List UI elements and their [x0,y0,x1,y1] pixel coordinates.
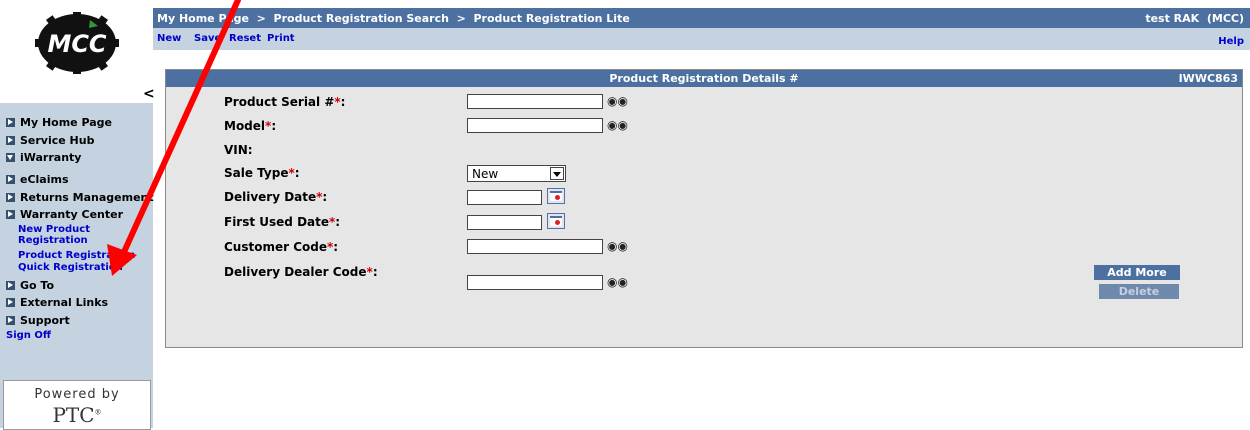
panel-title: Product Registration Details # [609,72,799,85]
expand-arrow-icon [6,193,15,202]
chevron-down-icon[interactable] [550,167,564,180]
label-customer-code: Customer Code*: [224,240,339,254]
sidebar-item-returns-management[interactable]: Returns Management [6,191,154,204]
expand-arrow-icon [6,316,15,325]
add-more-button[interactable]: Add More [1094,265,1180,280]
label-sale-type: Sale Type*: [224,166,300,180]
first-used-date-input[interactable] [467,215,542,230]
sidebar-item-label: Service Hub [20,134,95,147]
toolbar: New Save Reset Print Help [153,28,1250,50]
sidebar-item-warranty-center[interactable]: Warranty Center [6,208,123,221]
sidebar-item-go-to[interactable]: Go To [6,279,54,292]
panel-id: IWWC863 [1178,72,1238,85]
help-link[interactable]: Help [1218,36,1244,47]
reset-button[interactable]: Reset [229,33,261,44]
sidebar-item-label: My Home Page [20,116,112,129]
sidebar: MCC < My Home Page Service Hub iWarranty… [0,8,155,430]
expand-arrow-icon [6,118,15,127]
link-quick-registration[interactable]: Quick Registration [18,262,123,273]
expand-arrow-icon [6,281,15,290]
sale-type-value: New [472,167,499,181]
label-first-used-date: First Used Date*: [224,215,341,229]
customer-code-input[interactable] [467,239,603,254]
user-label: test RAK (MCC) [1145,12,1244,25]
calendar-icon[interactable] [547,188,565,204]
link-product-registration[interactable]: Product Registration [18,250,148,261]
sidebar-item-external-links[interactable]: External Links [6,296,108,309]
product-serial-input[interactable] [467,94,603,109]
expand-arrow-icon [6,136,15,145]
sidebar-item-support[interactable]: Support [6,314,70,327]
calendar-icon[interactable] [547,213,565,229]
binoculars-search-icon[interactable]: ◉◉ [607,92,628,110]
mcc-logo: MCC [35,12,119,74]
sidebar-item-label: Support [20,314,70,327]
collapse-arrow-icon [6,153,15,162]
link-sign-off[interactable]: Sign Off [6,330,51,341]
ptc-logo: PTC® [52,403,102,427]
new-button[interactable]: New [157,33,181,44]
label-product-serial: Product Serial #*: [224,95,346,109]
expand-arrow-icon [6,210,15,219]
collapse-sidebar-icon[interactable]: < [143,86,155,102]
powered-by-label: Powered by [34,387,120,402]
registration-panel: Product Registration Details # IWWC863 [165,69,1243,348]
logo-text: MCC [47,30,106,58]
panel-header: Product Registration Details # IWWC863 [166,70,1242,87]
binoculars-search-icon[interactable]: ◉◉ [607,116,628,134]
delivery-date-input[interactable] [467,190,542,205]
model-input[interactable] [467,118,603,133]
sidebar-item-my-home-page[interactable]: My Home Page [6,116,112,129]
logo-area: MCC < [0,8,155,103]
label-delivery-dealer-code: Delivery Dealer Code*: [224,265,378,279]
save-button[interactable]: Save [194,33,221,44]
delete-button[interactable]: Delete [1099,284,1179,299]
expand-arrow-icon [6,175,15,184]
sidebar-item-label: Warranty Center [20,208,124,221]
title-bar: My Home Page > Product Registration Sear… [153,8,1250,28]
link-new-product-registration[interactable]: New Product Registration [18,224,128,246]
top-strip [0,0,1250,8]
sale-type-select[interactable]: New [467,165,566,182]
delivery-dealer-code-input[interactable] [467,275,603,290]
sidebar-item-service-hub[interactable]: Service Hub [6,134,94,147]
expand-arrow-icon [6,298,15,307]
label-delivery-date: Delivery Date*: [224,190,328,204]
sidebar-item-eclaims[interactable]: eClaims [6,173,69,186]
binoculars-search-icon[interactable]: ◉◉ [607,237,628,255]
print-button[interactable]: Print [267,33,295,44]
binoculars-search-icon[interactable]: ◉◉ [607,273,628,291]
sidebar-item-label: eClaims [20,173,69,186]
sidebar-item-label: External Links [20,296,109,309]
label-vin: VIN: [224,143,253,157]
sidebar-item-label: iWarranty [20,151,82,164]
sidebar-item-iwarranty[interactable]: iWarranty [6,151,81,164]
sidebar-item-label: Go To [20,279,55,292]
powered-by-ptc: Powered by PTC® [3,380,151,430]
label-model: Model*: [224,119,277,133]
breadcrumb[interactable]: My Home Page > Product Registration Sear… [157,12,630,25]
sidebar-item-label: Returns Management [20,191,154,204]
